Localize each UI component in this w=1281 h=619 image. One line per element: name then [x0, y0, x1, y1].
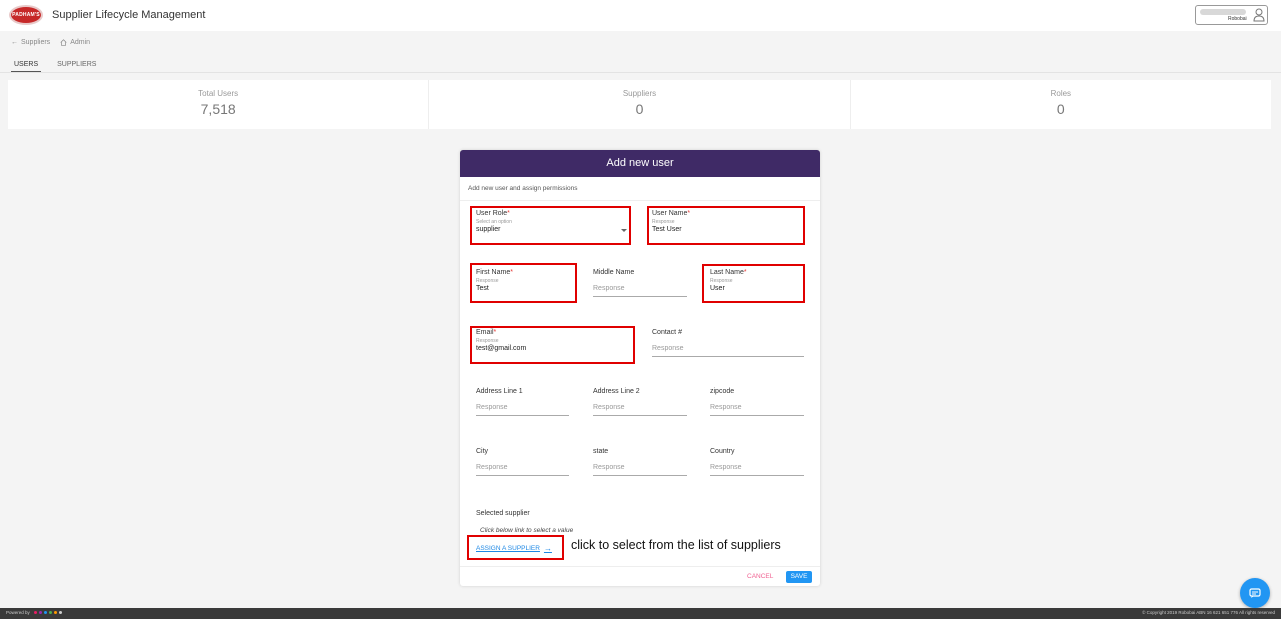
country-field[interactable]: Country Response: [710, 448, 804, 476]
field-label: Middle Name: [593, 269, 635, 276]
chat-icon: [1249, 587, 1261, 598]
highlight-box: [470, 206, 631, 245]
home-icon: [60, 39, 67, 46]
field-label: Address Line 1: [476, 388, 523, 395]
stat-value: 0: [635, 101, 644, 117]
field-label: Contact #: [652, 329, 682, 336]
stat-total-users: Total Users 7,518: [8, 80, 430, 129]
highlight-box: [470, 263, 577, 303]
copyright: © Copyright 2019 Robobai ABN 16 621 651 …: [1142, 610, 1275, 615]
powered-by: Powered by: [6, 610, 62, 615]
field-label: City: [476, 448, 489, 455]
state-field[interactable]: state Response: [593, 448, 687, 476]
arrow-left-icon: ←: [11, 39, 18, 46]
field-placeholder: Response: [593, 404, 687, 416]
stat-label: Roles: [1050, 89, 1072, 98]
field-placeholder: Response: [476, 464, 569, 476]
top-bar: PADHAM'S Supplier Lifecycle Management R…: [0, 0, 1281, 31]
address-line-1-field[interactable]: Address Line 1 Response: [476, 388, 569, 416]
user-org: Robobai: [1228, 16, 1247, 22]
stat-suppliers: Suppliers 0: [429, 80, 851, 129]
breadcrumb-admin[interactable]: Admin: [60, 39, 90, 46]
breadcrumb-admin-label: Admin: [70, 39, 91, 46]
stat-value: 0: [1056, 101, 1065, 117]
user-name-redacted: [1200, 9, 1246, 15]
breadcrumb-back[interactable]: ← Suppliers: [11, 39, 50, 46]
stat-label: Total Users: [198, 89, 239, 98]
user-menu-button[interactable]: Robobai: [1195, 5, 1268, 25]
user-icon: [1253, 8, 1265, 22]
dialog-actions: CANCEL SAVE: [460, 566, 820, 586]
field-label: zipcode: [710, 388, 735, 395]
stats-panel: Total Users 7,518 Suppliers 0 Roles 0: [8, 80, 1271, 129]
save-button[interactable]: SAVE: [786, 571, 812, 583]
stat-label: Suppliers: [622, 89, 657, 98]
annotation-text: click to select from the list of supplie…: [571, 538, 781, 552]
highlight-box: [702, 264, 805, 303]
add-user-dialog: Add new user Add new user and assign per…: [460, 150, 820, 586]
zipcode-field[interactable]: zipcode Response: [710, 388, 804, 416]
dialog-subtitle: Add new user and assign permissions: [460, 177, 820, 201]
field-placeholder: Response: [593, 285, 687, 297]
selected-supplier-label: Selected supplier: [476, 510, 530, 517]
page-footer: Powered by © Copyright 2019 Robobai ABN …: [0, 608, 1281, 619]
city-field[interactable]: City Response: [476, 448, 569, 476]
field-label: Address Line 2: [593, 388, 640, 395]
tabs-divider: [0, 72, 1281, 73]
dialog-title: Add new user: [460, 150, 820, 177]
stat-roles: Roles 0: [851, 80, 1271, 129]
field-label: Country: [710, 448, 735, 455]
breadcrumb-suppliers: Suppliers: [21, 39, 51, 46]
brand-logo[interactable]: PADHAM'S: [9, 5, 43, 25]
highlight-box: [647, 206, 805, 245]
field-placeholder: Response: [652, 345, 804, 357]
selected-supplier-hint: Click below link to select a value: [480, 527, 574, 534]
middle-name-field[interactable]: Middle Name Response: [593, 269, 687, 297]
address-line-2-field[interactable]: Address Line 2 Response: [593, 388, 687, 416]
chat-button[interactable]: [1240, 578, 1270, 608]
logo-text: PADHAM'S: [12, 12, 40, 18]
app-title: Supplier Lifecycle Management: [52, 9, 206, 21]
field-placeholder: Response: [593, 464, 687, 476]
contact-field[interactable]: Contact # Response: [652, 329, 804, 357]
field-placeholder: Response: [710, 464, 804, 476]
field-label: state: [593, 448, 609, 455]
field-placeholder: Response: [710, 404, 804, 416]
cancel-button[interactable]: CANCEL: [747, 573, 773, 580]
stat-value: 7,518: [200, 101, 236, 117]
field-placeholder: Response: [476, 404, 569, 416]
robobai-logo: [33, 611, 62, 614]
highlight-box: [467, 535, 564, 560]
highlight-box: [470, 326, 635, 364]
powered-by-label: Powered by: [6, 610, 30, 615]
breadcrumb: ← Suppliers Admin: [11, 39, 90, 46]
